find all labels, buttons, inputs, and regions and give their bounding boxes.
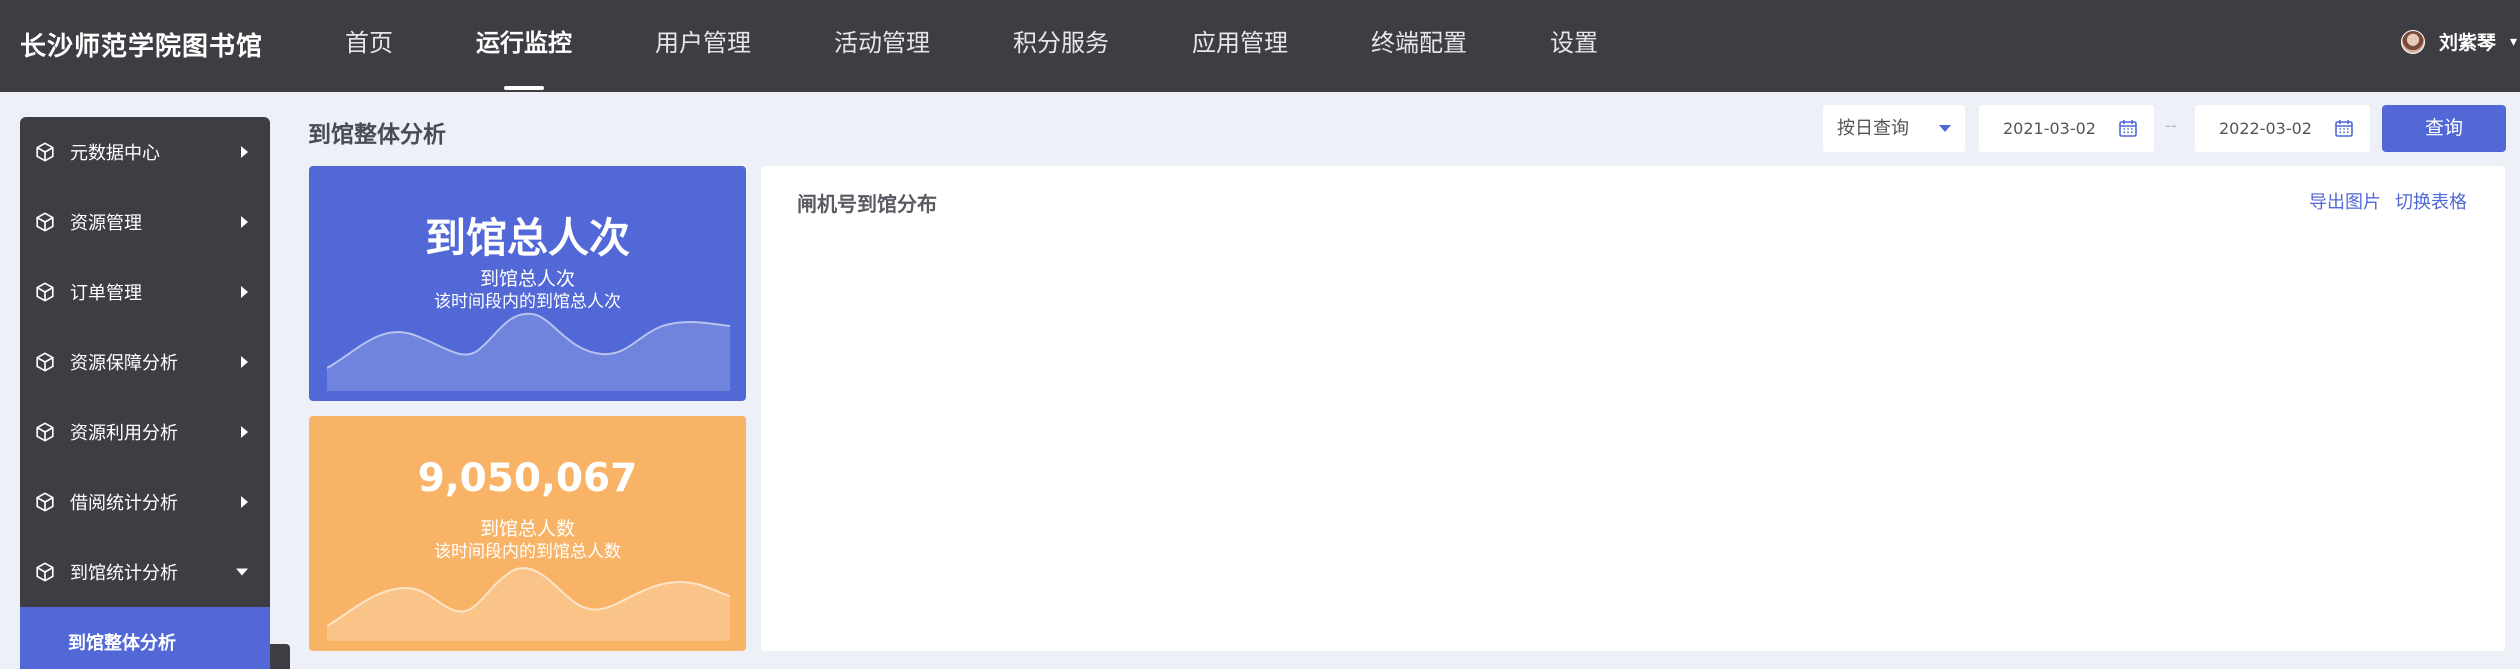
nav-points-service[interactable]: 积分服务 xyxy=(988,0,1134,92)
cube-icon xyxy=(36,212,54,232)
nav-user-management[interactable]: 用户管理 xyxy=(630,0,776,92)
start-date-input[interactable]: 2021-03-02 xyxy=(1979,105,2154,152)
toggle-table-link[interactable]: 切换表格 xyxy=(2395,188,2467,214)
sidebar-item-visit-statistics[interactable]: 到馆统计分析 xyxy=(20,537,270,607)
sidebar-item-resource-management[interactable]: 资源管理 xyxy=(20,187,270,257)
sidebar-subitem-overall-visit-analysis[interactable]: 到馆整体分析 xyxy=(20,607,270,669)
query-button[interactable]: 查询 xyxy=(2382,105,2506,152)
end-date-value: 2022-03-02 xyxy=(2219,119,2312,138)
sidebar-item-label: 订单管理 xyxy=(70,283,142,304)
top-navbar: 长沙师范学院图书馆 首页 运行监控 用户管理 活动管理 积分服务 应用管理 终端… xyxy=(0,0,2520,92)
date-range-separator: -- xyxy=(2165,116,2177,135)
cube-icon xyxy=(36,562,54,582)
export-image-link[interactable]: 导出图片 xyxy=(2309,188,2381,214)
sidebar-item-label: 到馆统计分析 xyxy=(70,563,178,584)
total-visits-card: 到馆总人次 到馆总人次 该时间段内的到馆总人次 xyxy=(309,166,746,401)
wave-decoration xyxy=(327,567,730,641)
cube-icon xyxy=(36,352,54,372)
query-mode-value: 按日查询 xyxy=(1837,118,1909,139)
user-menu[interactable]: 刘紫琴 ▾ xyxy=(2400,28,2520,55)
end-date-input[interactable]: 2022-03-02 xyxy=(2195,105,2370,152)
sidebar-item-label: 借阅统计分析 xyxy=(70,493,178,514)
cube-icon xyxy=(36,422,54,442)
nav-settings[interactable]: 设置 xyxy=(1525,0,1623,92)
chevron-right-icon xyxy=(241,286,248,298)
page-title: 到馆整体分析 xyxy=(308,122,446,148)
sidebar-item-resource-assurance-analysis[interactable]: 资源保障分析 xyxy=(20,327,270,397)
cube-icon xyxy=(36,492,54,512)
start-date-value: 2021-03-02 xyxy=(2003,119,2096,138)
chevron-right-icon xyxy=(241,146,248,158)
panel-actions: 导出图片 切换表格 xyxy=(2309,188,2467,214)
sidebar-item-order-management[interactable]: 订单管理 xyxy=(20,257,270,327)
nav-activity-management[interactable]: 活动管理 xyxy=(809,0,955,92)
chevron-down-icon xyxy=(236,568,248,576)
sidebar: 元数据中心 资源管理 订单管理 资源保障分析 资源利用分析 借阅统计分析 到馆统… xyxy=(20,117,270,669)
calendar-icon xyxy=(2335,120,2353,137)
sidebar-item-label: 资源利用分析 xyxy=(70,423,178,444)
cube-icon xyxy=(36,142,54,162)
sidebar-item-borrowing-statistics[interactable]: 借阅统计分析 xyxy=(20,467,270,537)
chevron-right-icon xyxy=(241,356,248,368)
chevron-down-icon: ▾ xyxy=(2510,33,2518,50)
chevron-right-icon xyxy=(241,496,248,508)
caret-down-icon xyxy=(1939,125,1951,132)
nav-home[interactable]: 首页 xyxy=(320,0,418,92)
sidebar-item-resource-usage-analysis[interactable]: 资源利用分析 xyxy=(20,397,270,467)
sidebar-item-label: 元数据中心 xyxy=(70,143,160,164)
sidebar-item-label: 资源管理 xyxy=(70,213,142,234)
cube-icon xyxy=(36,282,54,302)
avatar xyxy=(2400,29,2425,54)
sidebar-collapse-handle[interactable] xyxy=(270,644,290,669)
nav-runtime-monitor[interactable]: 运行监控 xyxy=(451,0,597,92)
main-nav: 首页 运行监控 用户管理 活动管理 积分服务 应用管理 终端配置 设置 xyxy=(320,0,1656,92)
query-mode-select[interactable]: 按日查询 xyxy=(1823,105,1965,152)
sidebar-item-label: 资源保障分析 xyxy=(70,353,178,374)
calendar-icon xyxy=(2119,120,2137,137)
sidebar-item-metadata-center[interactable]: 元数据中心 xyxy=(20,117,270,187)
brand-title: 长沙师范学院图书馆 xyxy=(20,32,264,62)
nav-app-management[interactable]: 应用管理 xyxy=(1167,0,1313,92)
card-headline: 9,050,067 xyxy=(417,456,638,501)
card-headline: 到馆总人次 xyxy=(425,214,630,262)
chevron-right-icon xyxy=(241,426,248,438)
user-name: 刘紫琴 xyxy=(2438,32,2496,54)
chevron-right-icon xyxy=(241,216,248,228)
gate-distribution-panel: 闸机号到馆分布 导出图片 切换表格 xyxy=(761,166,2505,651)
wave-decoration xyxy=(327,312,730,391)
panel-title: 闸机号到馆分布 xyxy=(797,192,937,216)
total-people-card: 9,050,067 到馆总人数 该时间段内的到馆总人数 xyxy=(309,416,746,651)
nav-terminal-config[interactable]: 终端配置 xyxy=(1346,0,1492,92)
